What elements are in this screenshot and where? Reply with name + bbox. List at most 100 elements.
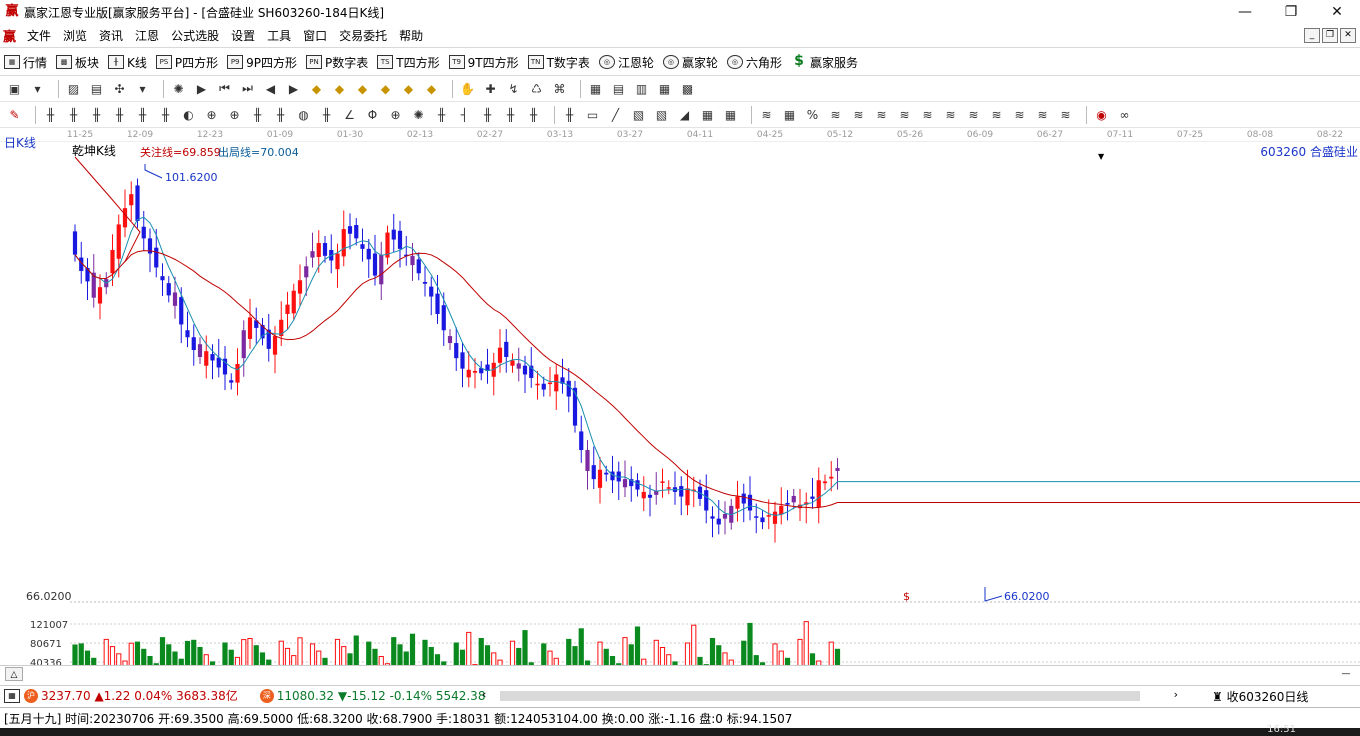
toolbar-btn-0[interactable]: ▦ 行情 [4, 54, 47, 71]
tool-icon-34[interactable]: ≋ [827, 106, 844, 123]
toolbar-btn-2[interactable]: ╫ K线 [108, 54, 147, 71]
restore-button[interactable]: ❐ [1268, 0, 1314, 24]
toolbar-btn-11[interactable]: ◎ 六角形 [726, 54, 782, 71]
tool-icon-19[interactable]: ✚ [482, 80, 499, 97]
tool-icon-43[interactable]: ≋ [1034, 106, 1051, 123]
minimize-button[interactable]: — [1222, 0, 1268, 24]
kline-chart[interactable]: 101.6200 66.0200 66.0200 $121007 80671 40336 [0, 142, 1360, 665]
tool-icon-20[interactable]: ╫ [479, 106, 496, 123]
menu-browse[interactable]: 浏览 [57, 27, 93, 44]
tool-icon-20[interactable]: ↯ [505, 80, 522, 97]
tool-icon-0[interactable]: ▣ [6, 80, 23, 97]
close-button[interactable]: ✕ [1314, 0, 1360, 24]
tool-icon-25[interactable]: ╱ [607, 106, 624, 123]
tool-icon-8[interactable]: ⏮ [216, 80, 233, 97]
alert-label[interactable]: ♜ 收603260日线 [1212, 688, 1308, 705]
tool-icon-4[interactable]: ✣ [111, 80, 128, 97]
tool-icon-46[interactable]: ∞ [1116, 106, 1133, 123]
tool-icon-1[interactable]: ▾ [29, 80, 46, 97]
toolbar-btn-10[interactable]: ◎ 赢家轮 [662, 54, 718, 71]
tool-icon-13[interactable]: ◆ [331, 80, 348, 97]
tool-icon-9[interactable]: ⏭ [239, 80, 256, 97]
tool-icon-12[interactable]: ◆ [308, 80, 325, 97]
tool-icon-6[interactable]: ✺ [170, 80, 187, 97]
tool-icon-26[interactable]: ▦ [656, 80, 673, 97]
tool-icon-12[interactable]: ◍ [295, 106, 312, 123]
menu-info[interactable]: 资讯 [93, 27, 129, 44]
tool-icon-23[interactable]: ╫ [561, 106, 578, 123]
menu-settings[interactable]: 设置 [225, 27, 261, 44]
status-scroll[interactable]: ‹ › [478, 688, 1178, 703]
status-scroll-track[interactable] [500, 691, 1140, 701]
tool-icon-6[interactable]: ╫ [157, 106, 174, 123]
scroll-right-button[interactable]: — [1337, 667, 1355, 681]
tool-icon-39[interactable]: ≋ [942, 106, 959, 123]
tool-icon-21[interactable]: ♺ [528, 80, 545, 97]
tool-icon-45[interactable]: ◉ [1093, 106, 1110, 123]
chevron-left-icon[interactable]: ‹ [482, 688, 486, 701]
toolbar-btn-8[interactable]: TN T数字表 [527, 54, 590, 71]
toolbar-btn-3[interactable]: PS P四方形 [155, 54, 218, 71]
tool-icon-27[interactable]: ▩ [679, 80, 696, 97]
tool-icon-11[interactable]: ▶ [285, 80, 302, 97]
tool-icon-41[interactable]: ≋ [988, 106, 1005, 123]
toolbar-btn-7[interactable]: T9 9T四方形 [448, 54, 519, 71]
tool-icon-37[interactable]: ≋ [896, 106, 913, 123]
tool-icon-18[interactable]: ╫ [433, 106, 450, 123]
tool-icon-19[interactable]: ┤ [456, 106, 473, 123]
tool-icon-33[interactable]: % [804, 106, 821, 123]
tool-icon-9[interactable]: ⊕ [226, 106, 243, 123]
tool-icon-16[interactable]: ⊕ [387, 106, 404, 123]
tool-icon-5[interactable]: ▾ [134, 80, 151, 97]
tool-icon-13[interactable]: ╫ [318, 106, 335, 123]
tool-icon-31[interactable]: ≋ [758, 106, 775, 123]
tool-icon-5[interactable]: ╫ [134, 106, 151, 123]
mdi-close-button[interactable]: ✕ [1340, 28, 1356, 43]
tool-icon-14[interactable]: ∠ [341, 106, 358, 123]
tool-icon-24[interactable]: ▤ [610, 80, 627, 97]
tool-icon-8[interactable]: ⊕ [203, 106, 220, 123]
tool-icon-44[interactable]: ≋ [1057, 106, 1074, 123]
menu-window[interactable]: 窗口 [297, 27, 333, 44]
tool-icon-22[interactable]: ╫ [525, 106, 542, 123]
tool-icon-1[interactable]: ╫ [42, 106, 59, 123]
sz-index-value[interactable]: 11080.32 ▼-15.12 -0.14% 5542.38 [277, 689, 486, 703]
tool-icon-10[interactable]: ◀ [262, 80, 279, 97]
tool-icon-16[interactable]: ◆ [400, 80, 417, 97]
tool-icon-15[interactable]: Φ [364, 106, 381, 123]
tool-icon-2[interactable]: ▨ [65, 80, 82, 97]
toolbar-btn-4[interactable]: P9 9P四方形 [227, 54, 297, 71]
tool-icon-11[interactable]: ╫ [272, 106, 289, 123]
tool-icon-30[interactable]: ▦ [722, 106, 739, 123]
tool-icon-15[interactable]: ◆ [377, 80, 394, 97]
grid-icon[interactable]: ▦ [4, 688, 20, 703]
toolbar-btn-5[interactable]: PN P数字表 [306, 54, 368, 71]
tool-icon-17[interactable]: ◆ [423, 80, 440, 97]
menu-tools[interactable]: 工具 [261, 27, 297, 44]
mdi-restore-button[interactable]: ❐ [1322, 28, 1338, 43]
menu-formula[interactable]: 公式选股 [165, 27, 225, 44]
toolbar-btn-9[interactable]: ◎ 江恩轮 [598, 54, 654, 71]
tool-icon-0[interactable]: ✎ [6, 106, 23, 123]
tool-icon-3[interactable]: ▤ [88, 80, 105, 97]
tool-icon-24[interactable]: ▭ [584, 106, 601, 123]
tool-icon-26[interactable]: ▧ [630, 106, 647, 123]
tool-icon-17[interactable]: ✺ [410, 106, 427, 123]
tool-icon-23[interactable]: ▦ [587, 80, 604, 97]
tool-icon-7[interactable]: ▶ [193, 80, 210, 97]
tool-icon-3[interactable]: ╫ [88, 106, 105, 123]
tool-icon-35[interactable]: ≋ [850, 106, 867, 123]
tool-icon-40[interactable]: ≋ [965, 106, 982, 123]
tool-icon-38[interactable]: ≋ [919, 106, 936, 123]
chevron-right-icon[interactable]: › [1174, 688, 1178, 701]
tool-icon-10[interactable]: ╫ [249, 106, 266, 123]
toolbar-btn-12[interactable]: $ 赢家服务 [791, 54, 858, 71]
tool-icon-29[interactable]: ▦ [699, 106, 716, 123]
menu-trade[interactable]: 交易委托 [333, 27, 393, 44]
tool-icon-2[interactable]: ╫ [65, 106, 82, 123]
tool-icon-4[interactable]: ╫ [111, 106, 128, 123]
tool-icon-14[interactable]: ◆ [354, 80, 371, 97]
menu-file[interactable]: 文件 [21, 27, 57, 44]
tool-icon-28[interactable]: ◢ [676, 106, 693, 123]
tool-icon-21[interactable]: ╫ [502, 106, 519, 123]
